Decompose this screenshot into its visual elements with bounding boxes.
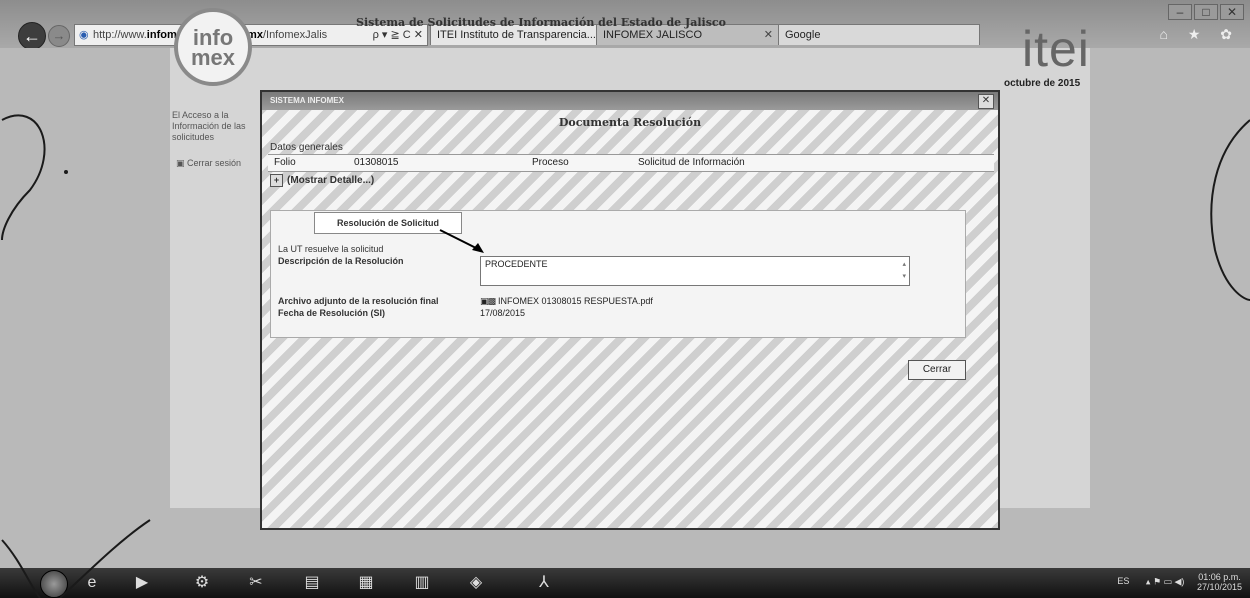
logout-icon: ▣ [176, 158, 185, 168]
attachment-label: Archivo adjunto de la resolución final [278, 296, 439, 306]
tray-icons[interactable]: ▴ ⚑ ▭ ◀) [1146, 576, 1185, 586]
dialog-title: SISTEMA INFOMEX [270, 96, 344, 105]
clock-date: 27/10/2015 [1196, 582, 1242, 592]
site-favicon-icon: ◉ [79, 29, 89, 41]
folio-value: 01308015 [354, 157, 399, 168]
description-label: Descripción de la Resolución [278, 256, 404, 266]
proceso-label: Proceso [532, 157, 569, 168]
page-date: octubre de 2015 [1004, 78, 1081, 89]
browser-tool-icons[interactable]: ⌂ ★ ✿ [1159, 26, 1240, 43]
tab-close-icon[interactable]: ✕ [764, 25, 773, 45]
proceso-value: Solicitud de Información [638, 157, 745, 168]
document-title: Documenta Resolución [558, 116, 702, 129]
language-indicator[interactable]: ES [1117, 576, 1129, 586]
hardware-icon[interactable]: ▤ [298, 572, 326, 594]
description-field[interactable]: PROCEDENTE ▴ ▾ [480, 256, 910, 286]
minimize-button[interactable]: – [1168, 4, 1192, 20]
attachment-link[interactable]: ▣▩ INFOMEX 01308015 RESPUESTA.pdf [480, 296, 653, 307]
tools-icon[interactable]: ✂ [242, 572, 270, 594]
ut-resolves-text: La UT resuelve la solicitud [278, 244, 384, 254]
tab-label: INFOMEX JALISCO [603, 29, 703, 41]
dialog-close-icon[interactable]: ✕ [978, 94, 994, 109]
annotation-arrow-icon [439, 229, 484, 253]
tab-label: Google [785, 29, 821, 41]
resolution-date-value: 17/08/2015 [480, 308, 526, 318]
itei-logo: itei [1022, 21, 1090, 77]
url-path: /InfomexJalis [262, 29, 328, 41]
window-close-button[interactable]: ✕ [1220, 4, 1244, 20]
window-controls: – □ ✕ [1166, 4, 1244, 20]
clock-time: 01:06 p.m. [1198, 572, 1241, 582]
pdf-reader-icon[interactable]: ⅄ [530, 572, 558, 594]
taskbar: e ▶ ⚙ ✂ ▤ ▦ ▥ ◈ ⅄ ES ▴ ⚑ ▭ ◀) 01:06 p.m.… [0, 568, 1250, 598]
general-data-row: Folio 01308015 Proceso Solicitud de Info… [268, 154, 994, 172]
general-data-heading: Datos generales [270, 142, 343, 153]
pdf-file-icon: ▣▩ [480, 296, 496, 306]
maximize-button[interactable]: □ [1194, 4, 1218, 20]
resolution-dialog: SISTEMA INFOMEX ✕ Documenta Resolución D… [260, 90, 1000, 530]
back-button[interactable]: ← [18, 22, 46, 50]
folder-icon[interactable]: ▦ [352, 572, 380, 594]
folio-label: Folio [274, 157, 296, 168]
textarea-scroll-icon: ▴ ▾ [902, 261, 906, 280]
resolution-date-label: Fecha de Resolución (SI) [278, 308, 386, 318]
tab-google[interactable]: Google [778, 24, 980, 45]
logout-label: Cerrar sesión [187, 158, 242, 168]
logo-text-bottom: mex [190, 45, 236, 70]
media-player-icon[interactable]: ▶ [128, 572, 156, 594]
show-details-toggle[interactable]: + (Mostrar Detalle...) [270, 174, 374, 187]
forward-button[interactable]: → [48, 25, 70, 47]
side-link-logout[interactable]: ▣ Cerrar sesión [176, 158, 241, 169]
system-tray: ES ▴ ⚑ ▭ ◀) 01:06 p.m. 27/10/2015 [1117, 572, 1242, 592]
dialog-titlebar: SISTEMA INFOMEX [262, 92, 998, 110]
start-button[interactable] [40, 570, 68, 598]
url-prefix: http://www. [93, 29, 147, 41]
tab-label: ITEI Instituto de Transparencia... [437, 29, 596, 41]
document-icon[interactable]: ▥ [408, 572, 436, 594]
network-icon[interactable]: ⚙ [188, 572, 216, 594]
security-icon[interactable]: ◈ [462, 572, 490, 594]
close-button[interactable]: Cerrar [908, 360, 966, 380]
side-link-access[interactable]: El Acceso a la Información de las solici… [172, 110, 262, 143]
clock[interactable]: 01:06 p.m. 27/10/2015 [1197, 572, 1242, 592]
site-title: Sistema de Solicitudes de Información de… [356, 16, 726, 29]
infomex-logo: info mex [174, 8, 252, 86]
ie-icon[interactable]: e [78, 572, 106, 594]
description-value: PROCEDENTE [485, 259, 548, 269]
expand-icon: + [270, 174, 283, 187]
attachment-filename: INFOMEX 01308015 RESPUESTA.pdf [498, 296, 653, 306]
details-label: (Mostrar Detalle...) [287, 175, 375, 186]
